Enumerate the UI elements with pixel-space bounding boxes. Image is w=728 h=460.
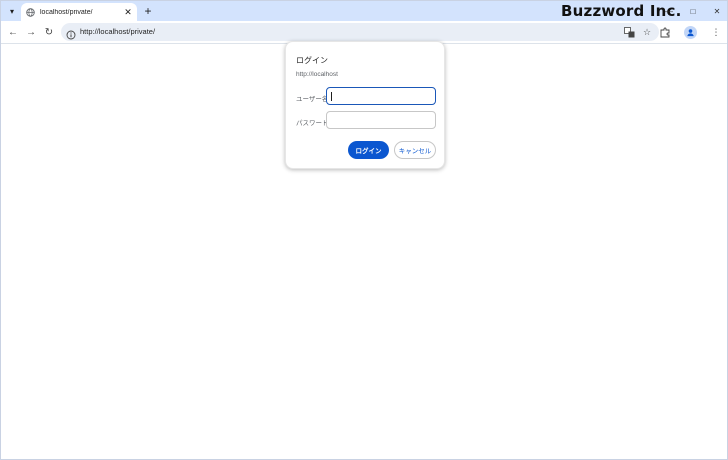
username-field[interactable] (326, 87, 436, 105)
tab-list-button[interactable]: ▾ (5, 4, 19, 18)
back-button[interactable]: ← (6, 25, 20, 39)
dialog-title: ログイン (296, 56, 328, 65)
forward-button[interactable]: → (24, 25, 38, 39)
forward-arrow-icon: → (26, 26, 36, 38)
kebab-menu-icon[interactable]: ⋮ (709, 25, 723, 39)
maximize-icon[interactable]: □ (681, 1, 705, 21)
window-controls: — □ ✕ (657, 1, 727, 21)
back-arrow-icon: ← (8, 26, 18, 38)
toolbar-actions: ⋮ (658, 25, 723, 39)
translate-icon[interactable] (623, 26, 635, 38)
puzzle-icon[interactable] (658, 25, 672, 39)
info-icon[interactable] (66, 27, 76, 40)
auth-dialog: ログイン http://localhost ユーザー名 パスワード ログイン キ… (285, 41, 445, 169)
username-label: ユーザー名 (296, 96, 329, 103)
browser-window: ▾ localhost/private/ ✕ + Buzzword Inc. —… (0, 0, 728, 460)
reload-button[interactable]: ↻ (42, 25, 56, 39)
reload-icon: ↻ (44, 26, 54, 38)
omnibox-actions: ☆ (623, 26, 653, 38)
password-label: パスワード (296, 120, 329, 127)
password-field[interactable] (326, 111, 436, 129)
cancel-button[interactable]: キャンセル (394, 141, 436, 159)
tab-active[interactable]: localhost/private/ ✕ (21, 3, 137, 21)
close-icon[interactable]: ✕ (705, 1, 727, 21)
plus-icon: + (144, 4, 152, 18)
login-button[interactable]: ログイン (348, 141, 389, 159)
text-caret (331, 92, 332, 101)
minimize-icon[interactable]: — (657, 1, 681, 21)
tab-title: localhost/private/ (40, 8, 93, 16)
profile-icon[interactable] (684, 25, 697, 39)
address-bar[interactable]: http://localhost/private/ ☆ (61, 23, 659, 41)
globe-icon (26, 7, 35, 17)
chevron-down-icon: ▾ (9, 6, 14, 16)
new-tab-button[interactable]: + (141, 4, 155, 18)
star-icon[interactable]: ☆ (641, 26, 653, 38)
dialog-origin: http://localhost (296, 71, 338, 78)
tab-close-icon[interactable]: ✕ (123, 7, 133, 17)
url-text[interactable]: http://localhost/private/ (80, 27, 155, 36)
tab-strip: ▾ localhost/private/ ✕ + Buzzword Inc. —… (1, 1, 727, 21)
